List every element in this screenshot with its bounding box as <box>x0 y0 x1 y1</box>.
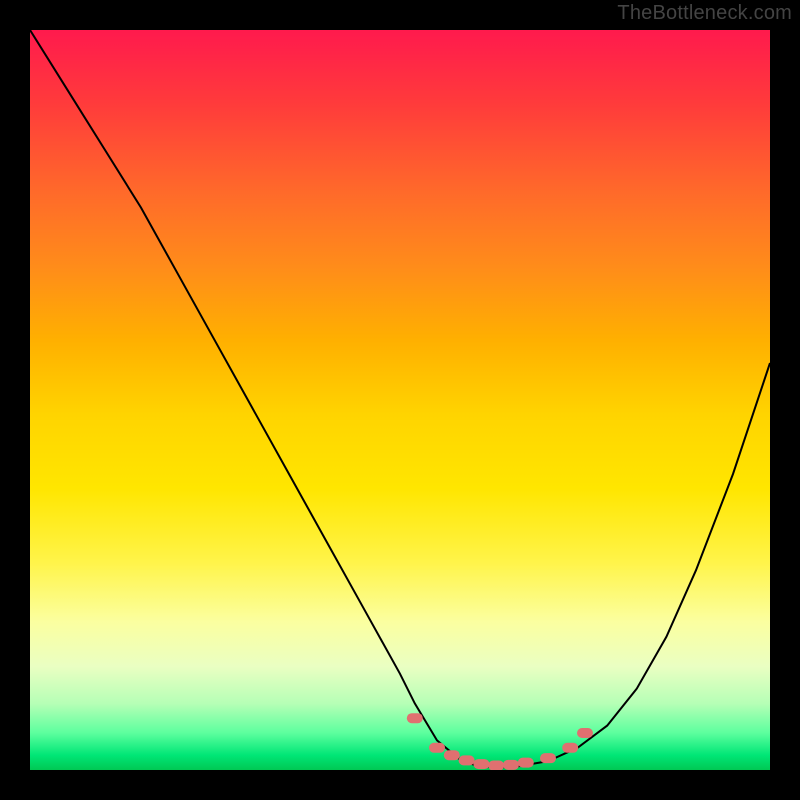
data-marker <box>503 760 519 770</box>
data-marker <box>540 753 556 763</box>
data-marker <box>488 761 504 770</box>
data-marker <box>473 759 489 769</box>
watermark-text: TheBottleneck.com <box>617 2 792 25</box>
data-marker <box>562 743 578 753</box>
data-marker <box>407 713 423 723</box>
chart-frame: TheBottleneck.com <box>0 0 800 800</box>
data-marker <box>518 758 534 768</box>
data-marker <box>429 743 445 753</box>
chart-svg <box>30 30 770 770</box>
plot-area <box>30 30 770 770</box>
data-marker <box>577 728 593 738</box>
curve-line <box>30 30 770 768</box>
data-marker <box>459 755 475 765</box>
data-marker <box>444 750 460 760</box>
